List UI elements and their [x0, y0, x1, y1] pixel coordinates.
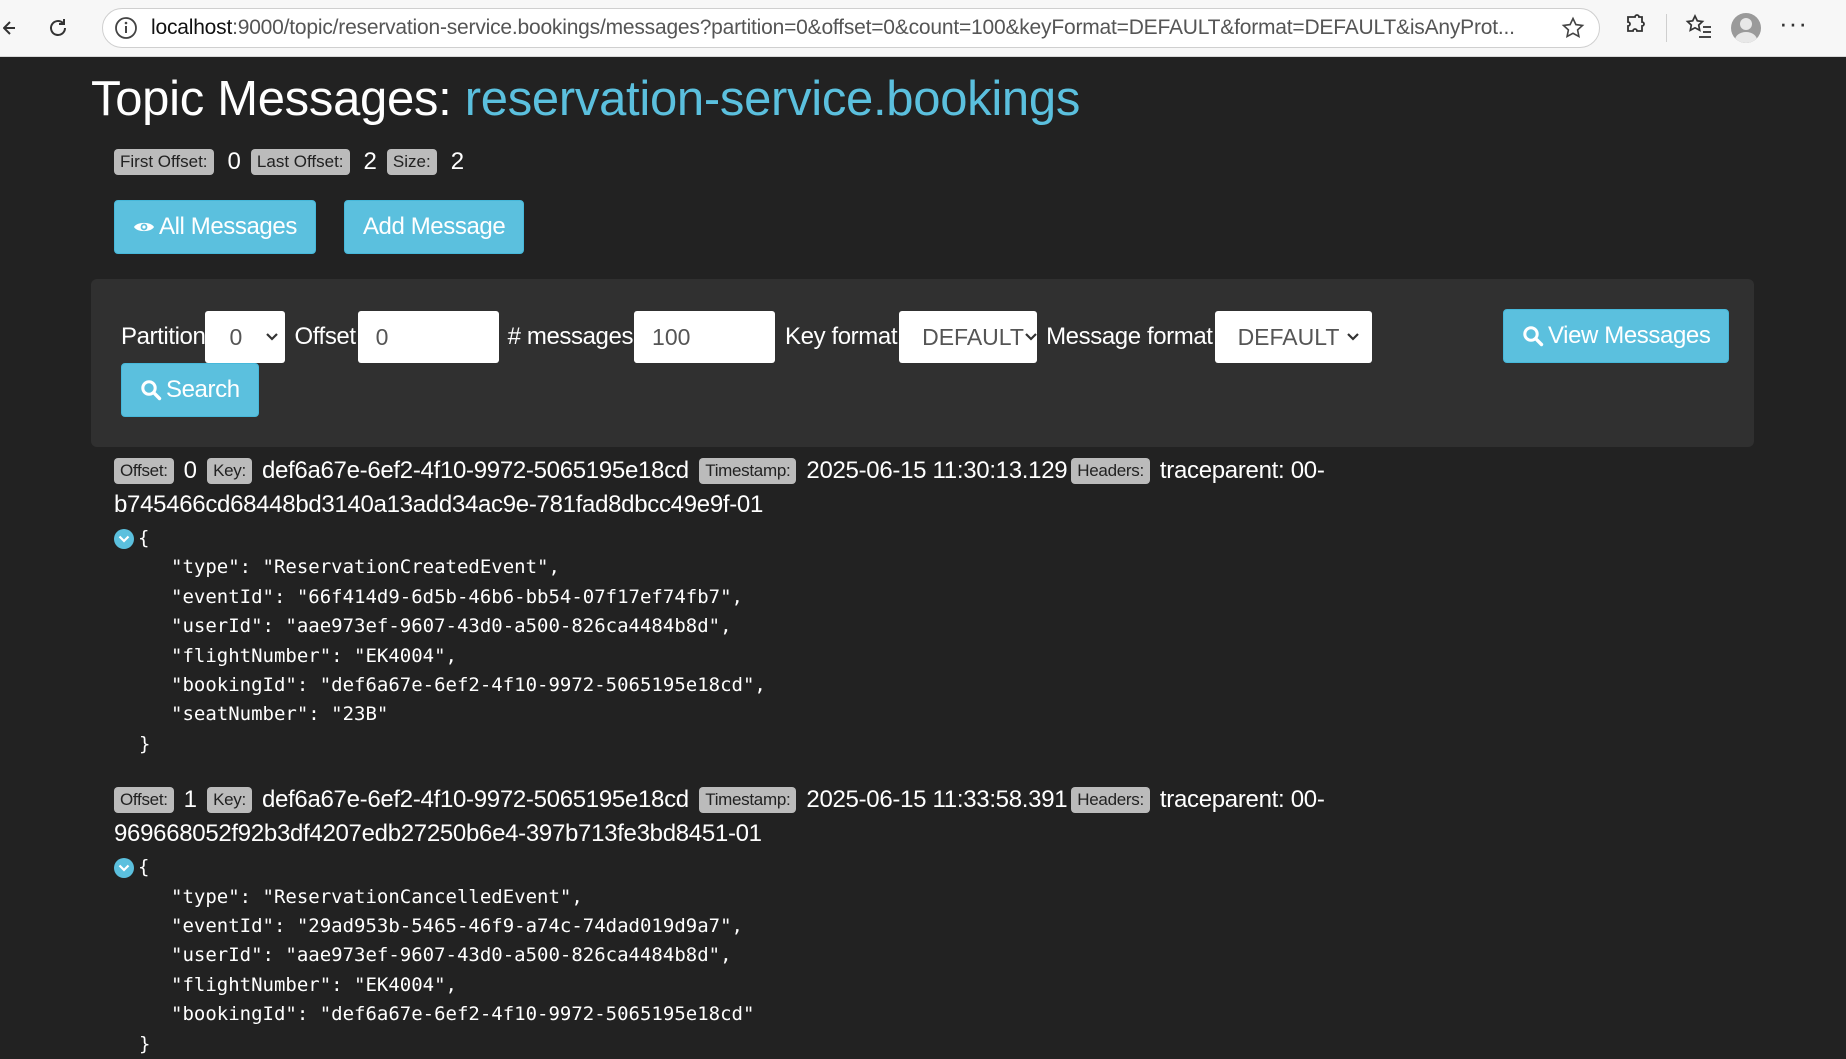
json-line: "seatNumber": "23B": [171, 703, 389, 726]
timestamp-badge: Timestamp:: [699, 787, 797, 814]
reload-icon[interactable]: [38, 8, 78, 48]
offset-badge: Offset:: [114, 787, 174, 814]
profile-avatar[interactable]: [1731, 13, 1761, 43]
headers-badge: Headers:: [1071, 787, 1150, 814]
key-format-select[interactable]: DEFAULT: [899, 311, 1038, 363]
all-messages-label: All Messages: [159, 213, 297, 240]
page-content: Topic Messages: reservation-service.book…: [0, 57, 1846, 1059]
search-button[interactable]: Search: [121, 363, 259, 417]
json-line: "userId": "aae973ef-9607-43d0-a500-826ca…: [171, 615, 732, 638]
json-line: "flightNumber": "EK4004",: [171, 644, 457, 667]
partition-select[interactable]: 0: [205, 311, 286, 363]
collapse-chevron-icon[interactable]: [114, 528, 134, 549]
offset-input[interactable]: 0: [357, 311, 499, 363]
address-bar[interactable]: localhost:9000/topic/reservation-service…: [102, 8, 1600, 48]
message-offset: 1: [183, 786, 197, 814]
view-messages-label: View Messages: [1548, 322, 1711, 349]
count-input[interactable]: 100: [634, 311, 776, 363]
extensions-icon[interactable]: [1622, 13, 1648, 44]
message-list: Offset: 0 Key: def6a67e-6ef2-4f10-9972-506…: [114, 454, 1846, 1059]
page-title-prefix: Topic Messages:: [91, 72, 465, 126]
messages-filter-form: Partition 0 Offset 0 # messages 100 Key …: [91, 279, 1754, 447]
message-header: Offset: 0 Key: def6a67e-6ef2-4f10-9972-506…: [114, 454, 1354, 522]
partition-label: Partition: [121, 323, 206, 350]
more-menu-icon[interactable]: ···: [1779, 8, 1808, 39]
message-key: def6a67e-6ef2-4f10-9972-5065195e18cd: [261, 786, 689, 814]
size-label: Size:: [386, 149, 437, 175]
message-body: { "type": "ReservationCancelledEvent", "…: [114, 853, 1846, 1059]
favorites-icon[interactable]: [1685, 13, 1713, 44]
json-line: "userId": "aae973ef-9607-43d0-a500-826ca…: [171, 944, 732, 967]
count-label: # messages: [507, 323, 634, 350]
json-line: "type": "ReservationCancelledEvent",: [171, 885, 583, 908]
search-icon: [140, 379, 162, 401]
last-offset-value: 2: [363, 148, 377, 175]
favorite-star-icon[interactable]: [1561, 16, 1585, 40]
action-buttons: All Messages Add Message: [114, 200, 1846, 254]
first-offset-label: First Offset:: [114, 149, 214, 175]
message-format-select[interactable]: DEFAULT: [1214, 311, 1372, 363]
message-format-label: Message format: [1046, 323, 1213, 350]
json-close-brace: }: [139, 732, 151, 755]
json-open-brace: {: [138, 527, 150, 549]
key-badge: Key:: [207, 787, 252, 814]
browser-toolbar: localhost:9000/topic/reservation-service…: [0, 0, 1846, 57]
back-icon[interactable]: [0, 8, 20, 48]
topic-stats: First Offset: 0 Last Offset: 2 Size: 2: [114, 147, 1846, 177]
url-path: :9000/topic/reservation-service.bookings…: [232, 16, 1515, 39]
key-format-select-value: DEFAULT: [922, 323, 1024, 350]
message-item: Offset: 1 Key: def6a67e-6ef2-4f10-9972-506…: [114, 783, 1846, 1059]
url-text: localhost:9000/topic/reservation-service…: [151, 16, 1551, 40]
last-offset-label: Last Offset:: [250, 149, 350, 175]
offset-badge: Offset:: [114, 458, 174, 484]
collapse-chevron-icon[interactable]: [114, 857, 134, 878]
add-message-button[interactable]: Add Message: [343, 200, 525, 254]
all-messages-button[interactable]: All Messages: [114, 200, 316, 254]
view-messages-button[interactable]: View Messages: [1503, 309, 1730, 363]
topic-name: reservation-service.bookings: [464, 72, 1081, 126]
eye-icon: [133, 219, 155, 235]
json-open-brace: {: [138, 856, 150, 879]
search-label: Search: [166, 376, 240, 403]
json-line: "type": "ReservationCreatedEvent",: [171, 556, 560, 579]
chevron-down-icon: [1024, 332, 1038, 342]
message-key: def6a67e-6ef2-4f10-9972-5065195e18cd: [261, 457, 689, 484]
partition-select-value: 0: [229, 323, 243, 350]
json-line: "bookingId": "def6a67e-6ef2-4f10-9972-50…: [171, 1003, 755, 1026]
site-info-icon[interactable]: [113, 15, 139, 41]
json-close-brace: }: [139, 1032, 151, 1055]
message-header: Offset: 1 Key: def6a67e-6ef2-4f10-9972-506…: [114, 783, 1354, 851]
json-line: "flightNumber": "EK4004",: [171, 973, 457, 996]
message-format-select-value: DEFAULT: [1237, 323, 1340, 350]
key-format-label: Key format: [785, 323, 898, 350]
search-icon: [1522, 325, 1544, 347]
headers-badge: Headers:: [1071, 458, 1150, 484]
message-item: Offset: 0 Key: def6a67e-6ef2-4f10-9972-506…: [114, 454, 1846, 759]
size-value: 2: [450, 148, 465, 175]
key-badge: Key:: [207, 458, 252, 484]
json-line: "bookingId": "def6a67e-6ef2-4f10-9972-50…: [171, 674, 766, 697]
message-offset: 0: [183, 457, 197, 484]
message-timestamp: 2025-06-15 11:30:13.129: [806, 457, 1068, 484]
chevron-down-icon: [265, 332, 279, 342]
toolbar-separator: [1666, 14, 1667, 42]
first-offset-value: 0: [227, 148, 241, 175]
json-line: "eventId": "66f414d9-6d5b-46b6-bb54-07f1…: [171, 585, 743, 608]
json-line: "eventId": "29ad953b-5465-46f9-a74c-74da…: [171, 915, 743, 938]
page-title: Topic Messages: reservation-service.book…: [91, 57, 1846, 131]
add-message-label: Add Message: [362, 213, 506, 240]
chevron-down-icon: [1346, 332, 1360, 342]
message-timestamp: 2025-06-15 11:33:58.391: [806, 786, 1068, 814]
timestamp-badge: Timestamp:: [699, 458, 797, 484]
message-body: { "type": "ReservationCreatedEvent", "ev…: [114, 524, 1846, 759]
offset-label: Offset: [294, 323, 356, 350]
url-host: localhost: [151, 16, 233, 39]
